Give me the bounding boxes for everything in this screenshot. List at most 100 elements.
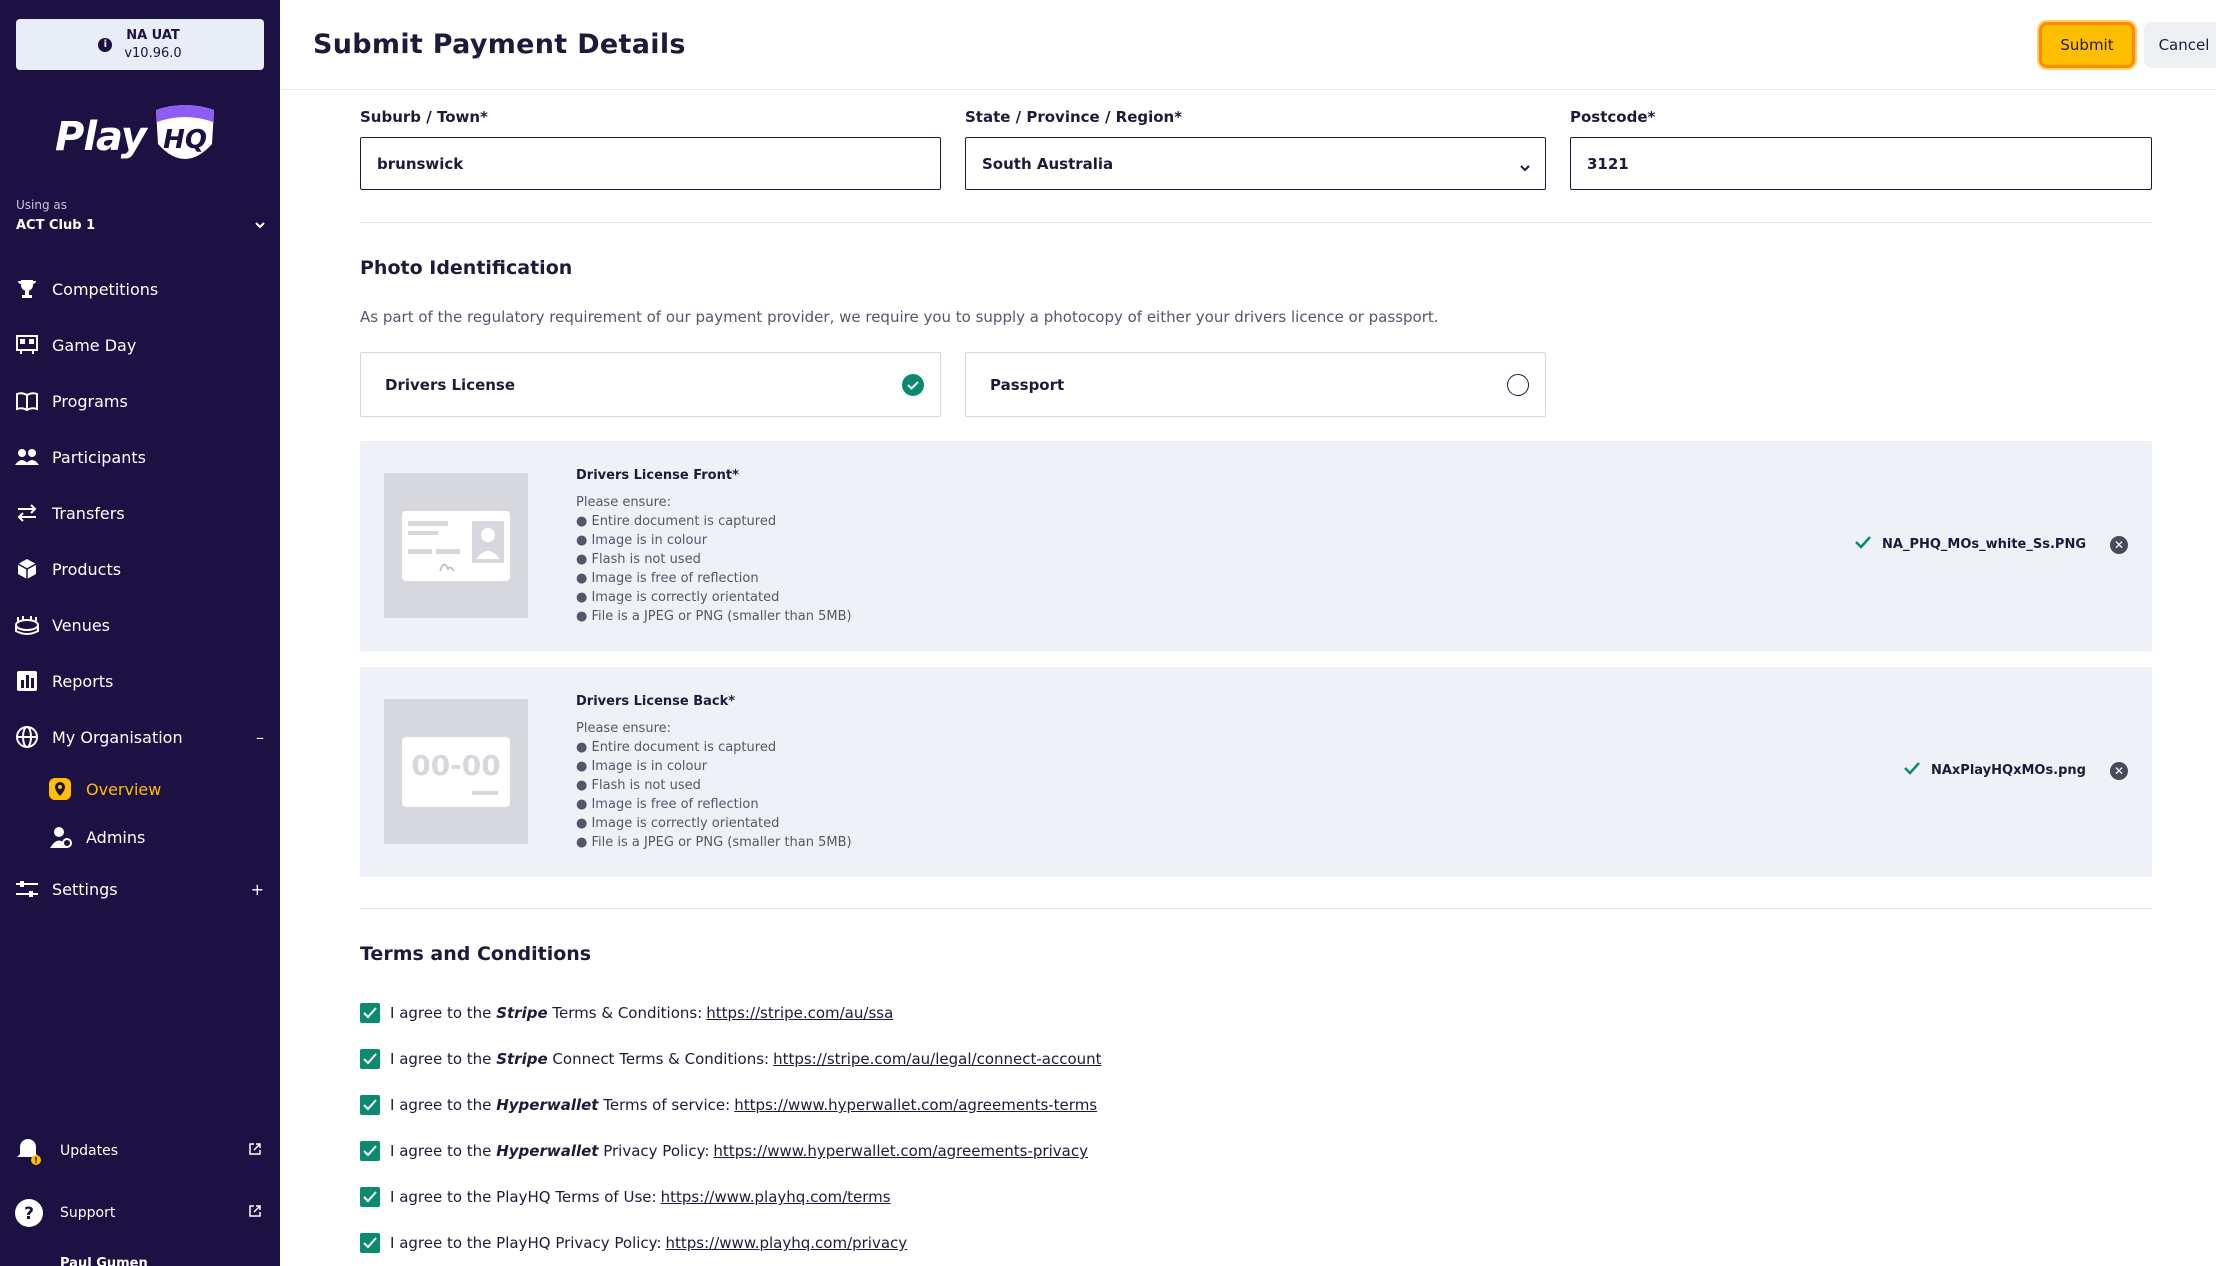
admin-icon	[48, 825, 72, 849]
nav-label: Participants	[52, 447, 146, 467]
radio-empty-icon	[1507, 374, 1529, 396]
nav-label: Transfers	[52, 503, 125, 523]
upload-card-back: 00-00 Drivers License Back* Please ensur…	[360, 667, 2152, 877]
info-icon: i	[98, 37, 113, 52]
environment-badge: i NA UAT v10.96.0	[16, 19, 264, 70]
option-label: Passport	[990, 375, 1065, 394]
expand-icon[interactable]: +	[251, 880, 264, 899]
nav-label: Reports	[52, 671, 114, 691]
nav-label: My Organisation	[52, 727, 183, 747]
option-drivers-license[interactable]: Drivers License	[360, 352, 941, 417]
postcode-label: Postcode*	[1570, 108, 1656, 126]
sub-item-admins[interactable]: Admins	[0, 813, 280, 861]
nav-item-transfers[interactable]: Transfers	[0, 485, 280, 541]
nav-label: Competitions	[52, 279, 159, 299]
organisation-switcher[interactable]: Using as ACT Club 1	[16, 198, 266, 233]
suburb-label: Suburb / Town*	[360, 108, 488, 126]
nav-item-competitions[interactable]: Competitions	[0, 261, 280, 317]
nav-item-reports[interactable]: Reports	[0, 653, 280, 709]
scoreboard-icon	[14, 332, 40, 358]
environment-name: NA UAT	[126, 27, 180, 43]
nav-label: Updates	[60, 1143, 118, 1159]
remove-file-icon[interactable]: ✕	[2110, 536, 2128, 554]
term-link[interactable]: https://www.playhq.com/terms	[661, 1188, 891, 1206]
rule-item: ● Entire document is captured	[576, 740, 777, 755]
file-name: NA_PHQ_MOs_white_Ss.PNG	[1882, 536, 2086, 552]
term-link[interactable]: https://stripe.com/au/ssa	[706, 1004, 893, 1022]
term-link[interactable]: https://www.hyperwallet.com/agreements-p…	[713, 1142, 1088, 1160]
rule-item: ● Image is in colour	[576, 759, 708, 774]
main-content: Submit Payment Details Submit Cancel Sub…	[280, 0, 2216, 1266]
nav-item-my-organisation[interactable]: My Organisation –	[0, 709, 280, 765]
nav-item-settings[interactable]: Settings +	[0, 861, 280, 917]
nav-item-support[interactable]: ? Support	[0, 1182, 280, 1244]
external-link-icon	[248, 1204, 262, 1222]
page-header: Submit Payment Details Submit Cancel	[280, 0, 2216, 90]
term-row: I agree to the Hyperwallet Terms of serv…	[360, 1082, 1102, 1128]
collapse-icon[interactable]: –	[256, 728, 264, 747]
bottom-nav: ! Updates ? Support	[0, 1120, 280, 1244]
checkbox-checked-icon[interactable]	[360, 1141, 380, 1161]
postcode-value: 3121	[1587, 154, 1629, 173]
term-prefix: I agree to the	[390, 1050, 492, 1068]
people-icon	[14, 444, 40, 470]
terms-title: Terms and Conditions	[360, 943, 592, 965]
nav-item-updates[interactable]: ! Updates	[0, 1120, 280, 1182]
license-front-placeholder-icon	[384, 473, 528, 618]
nav-item-programs[interactable]: Programs	[0, 373, 280, 429]
term-link[interactable]: https://stripe.com/au/legal/connect-acco…	[773, 1050, 1101, 1068]
nav-label: Support	[60, 1205, 116, 1221]
rule-item: ● Image is free of reflection	[576, 797, 759, 812]
nav-item-game-day[interactable]: Game Day	[0, 317, 280, 373]
state-label: State / Province / Region*	[965, 108, 1183, 126]
term-link[interactable]: https://www.hyperwallet.com/agreements-t…	[734, 1096, 1097, 1114]
checkmark-icon	[1903, 761, 1921, 779]
state-select[interactable]: South Australia	[965, 137, 1546, 190]
logo-shield-icon: HQ	[150, 104, 220, 170]
nav-item-products[interactable]: Products	[0, 541, 280, 597]
rule-item: ● Flash is not used	[576, 552, 701, 567]
stadium-icon	[14, 612, 40, 638]
check-circle-icon	[902, 374, 924, 396]
question-icon: ?	[14, 1198, 44, 1228]
term-prefix: I agree to the	[390, 1096, 492, 1114]
term-prefix: I agree to the PlayHQ Privacy Policy:	[390, 1234, 662, 1252]
chevron-down-icon[interactable]	[254, 218, 266, 233]
nav-item-venues[interactable]: Venues	[0, 597, 280, 653]
sliders-icon	[14, 876, 40, 902]
term-brand: Stripe	[496, 1050, 548, 1068]
checkbox-checked-icon[interactable]	[360, 1049, 380, 1069]
nav-item-participants[interactable]: Participants	[0, 429, 280, 485]
nav-label: Products	[52, 559, 122, 579]
checkbox-checked-icon[interactable]	[360, 1003, 380, 1023]
postcode-input[interactable]: 3121	[1570, 137, 2152, 190]
user-name[interactable]: Paul Gumen	[60, 1256, 148, 1266]
checkbox-checked-icon[interactable]	[360, 1233, 380, 1253]
term-prefix: I agree to the PlayHQ Terms of Use:	[390, 1188, 657, 1206]
option-passport[interactable]: Passport	[965, 352, 1546, 417]
sub-item-overview[interactable]: Overview	[0, 765, 280, 813]
term-prefix: I agree to the	[390, 1004, 492, 1022]
remove-file-icon[interactable]: ✕	[2110, 762, 2128, 780]
file-name: NAxPlayHQxMOs.png	[1930, 762, 2086, 778]
trophy-icon	[14, 276, 40, 302]
rule-item: ● Image is free of reflection	[576, 571, 759, 586]
globe-icon	[14, 724, 40, 750]
submit-button[interactable]: Submit	[2039, 22, 2135, 68]
checkbox-checked-icon[interactable]	[360, 1095, 380, 1115]
suburb-input[interactable]: brunswick	[360, 137, 941, 190]
nav-label: Programs	[52, 391, 128, 411]
photo-id-title: Photo Identification	[360, 257, 573, 279]
sidebar: i NA UAT v10.96.0 Play HQ Using as ACT C…	[0, 0, 280, 1266]
term-row: I agree to the Hyperwallet Privacy Polic…	[360, 1128, 1102, 1174]
term-row: I agree to the Stripe Connect Terms & Co…	[360, 1036, 1102, 1082]
playhq-logo[interactable]: Play HQ	[55, 102, 220, 172]
term-link[interactable]: https://www.playhq.com/privacy	[666, 1234, 908, 1252]
chevron-down-icon	[1519, 158, 1531, 176]
book-icon	[14, 388, 40, 414]
ensure-label: Please ensure:	[576, 721, 672, 736]
cancel-button[interactable]: Cancel	[2144, 22, 2216, 68]
checkbox-checked-icon[interactable]	[360, 1187, 380, 1207]
location-icon	[48, 777, 72, 801]
svg-text:?: ?	[24, 1204, 34, 1224]
